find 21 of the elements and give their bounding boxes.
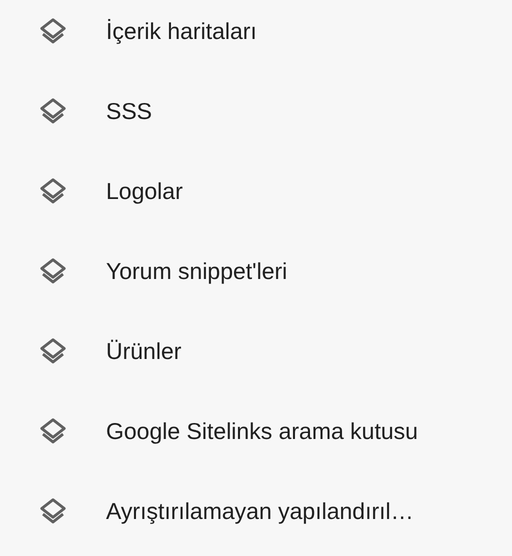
layers-icon bbox=[38, 336, 68, 366]
list-item[interactable]: İçerik haritaları bbox=[0, 0, 512, 62]
list-item[interactable]: Yorum snippet'leri bbox=[0, 240, 512, 302]
list-item[interactable]: Ürünler bbox=[0, 320, 512, 382]
item-label: Google Sitelinks arama kutusu bbox=[106, 416, 418, 446]
layers-icon bbox=[38, 416, 68, 446]
item-label: SSS bbox=[106, 96, 152, 126]
list-item[interactable]: Ayrıştırılamayan yapılandırıl… bbox=[0, 480, 512, 542]
list-item[interactable]: Logolar bbox=[0, 160, 512, 222]
layers-icon bbox=[38, 96, 68, 126]
item-label: İçerik haritaları bbox=[106, 16, 257, 46]
item-label: Logolar bbox=[106, 176, 183, 206]
layers-icon bbox=[38, 496, 68, 526]
list-item[interactable]: SSS bbox=[0, 80, 512, 142]
item-label: Yorum snippet'leri bbox=[106, 256, 288, 286]
item-label: Ürünler bbox=[106, 336, 182, 366]
list-item[interactable]: Google Sitelinks arama kutusu bbox=[0, 400, 512, 462]
layers-icon bbox=[38, 16, 68, 46]
item-label: Ayrıştırılamayan yapılandırıl… bbox=[106, 496, 414, 526]
layers-icon bbox=[38, 256, 68, 286]
layers-icon bbox=[38, 176, 68, 206]
